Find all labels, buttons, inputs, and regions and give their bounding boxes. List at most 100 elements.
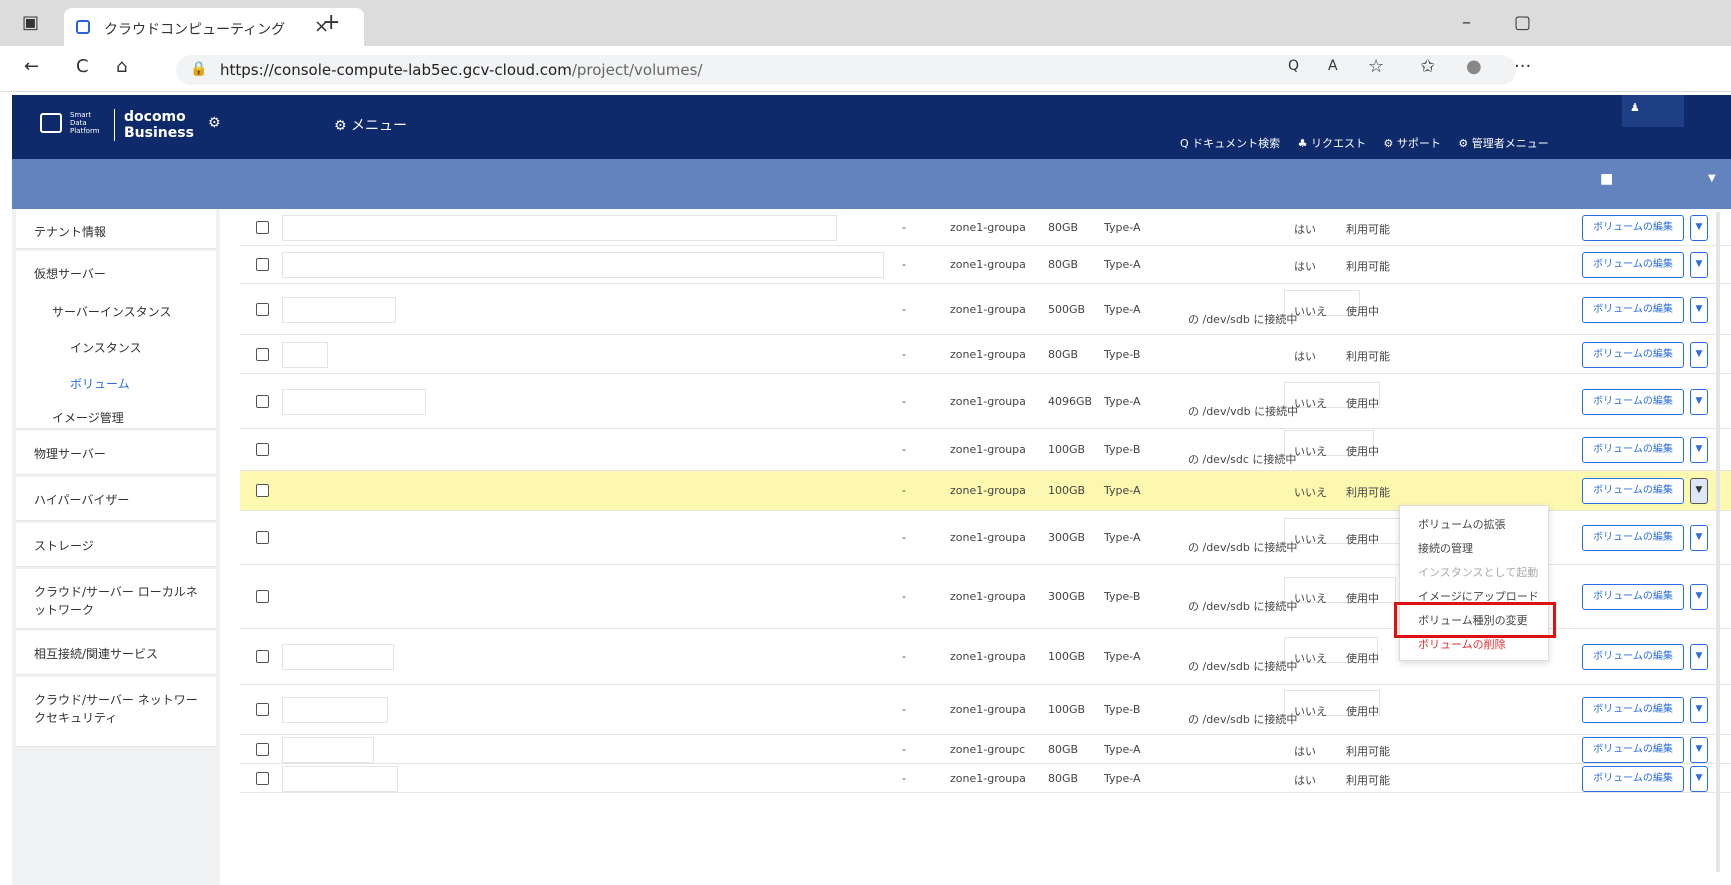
row-checkbox[interactable] xyxy=(256,590,269,603)
maximize-button[interactable]: ▢ xyxy=(1514,12,1531,33)
table-row[interactable]: - zone1-groupa 80GB Type-A はい 利用可能 ボリュームの編集 ▼ xyxy=(240,764,1731,793)
menu-button[interactable]: ⚙ メニュー xyxy=(334,115,407,135)
chevron-down-icon[interactable]: ▼ xyxy=(1690,644,1708,670)
sidebar-item-volume[interactable]: ボリューム xyxy=(16,361,216,397)
row-checkbox[interactable] xyxy=(256,258,269,271)
attachment-cell: の /dev/sdb に接続中 xyxy=(1188,713,1298,726)
bootable-cell: はい xyxy=(1294,350,1316,363)
row-checkbox[interactable] xyxy=(256,743,269,756)
row-checkbox[interactable] xyxy=(256,772,269,785)
sidebar-item-storage[interactable]: ストレージ xyxy=(16,523,216,567)
chevron-down-icon[interactable]: ▼ xyxy=(1690,342,1708,368)
chevron-down-icon[interactable]: ▼ xyxy=(1690,478,1708,504)
edit-volume-button[interactable]: ボリュームの編集 xyxy=(1582,584,1684,610)
chevron-down-icon[interactable]: ▼ xyxy=(1690,215,1708,241)
row-checkbox[interactable] xyxy=(256,531,269,544)
profile-icon[interactable]: ● xyxy=(1466,56,1482,77)
chevron-down-icon[interactable]: ▼ xyxy=(1690,297,1708,323)
volume-name-box[interactable] xyxy=(282,215,837,241)
new-tab-button[interactable]: + xyxy=(322,10,340,35)
chevron-down-icon[interactable]: ▼ xyxy=(1708,173,1716,184)
row-checkbox[interactable] xyxy=(256,221,269,234)
menu-item-delete-volume[interactable]: ボリュームの削除 xyxy=(1418,636,1506,652)
edit-volume-button[interactable]: ボリュームの編集 xyxy=(1582,766,1684,792)
chevron-down-icon[interactable]: ▼ xyxy=(1690,584,1708,610)
table-row[interactable]: - zone1-groupa 80GB Type-B はい 利用可能 ボリュームの編集 ▼ xyxy=(240,335,1731,374)
volume-name-box[interactable] xyxy=(282,342,328,368)
chevron-down-icon[interactable]: ▼ xyxy=(1690,737,1708,763)
back-button[interactable]: ← xyxy=(24,56,39,77)
admin-menu-link[interactable]: ⚙ 管理者メニュー xyxy=(1458,137,1548,150)
zone-cell: zone1-groupa xyxy=(950,443,1026,456)
table-row[interactable]: - zone1-groupa 80GB Type-A はい 利用可能 ボリュームの編集 ▼ xyxy=(240,246,1731,284)
edit-volume-button[interactable]: ボリュームの編集 xyxy=(1582,297,1684,323)
minimize-button[interactable]: – xyxy=(1462,12,1471,33)
favorite-icon[interactable]: ☆ xyxy=(1368,56,1384,77)
browser-tab[interactable]: クラウドコンピューティング × xyxy=(64,8,364,46)
menu-item-launch-as-instance[interactable]: インスタンスとして起動 xyxy=(1418,564,1538,580)
row-checkbox[interactable] xyxy=(256,484,269,497)
edit-volume-button[interactable]: ボリュームの編集 xyxy=(1582,437,1684,463)
row-checkbox[interactable] xyxy=(256,395,269,408)
edit-volume-button[interactable]: ボリュームの編集 xyxy=(1582,737,1684,763)
tab-actions-icon[interactable]: ▣ xyxy=(22,12,39,33)
sidebar-item-network-security[interactable]: クラウド/サーバー ネットワークセキュリティ xyxy=(16,677,216,747)
sidebar-item-hypervisor[interactable]: ハイパーバイザー xyxy=(16,477,216,521)
read-aloud-icon[interactable]: A xyxy=(1328,58,1338,74)
collections-icon[interactable]: ✩ xyxy=(1420,56,1435,77)
edit-volume-button[interactable]: ボリュームの編集 xyxy=(1582,525,1684,551)
edit-volume-button[interactable]: ボリュームの編集 xyxy=(1582,389,1684,415)
project-icon[interactable]: ■ xyxy=(1600,171,1613,187)
sidebar-item-instance[interactable]: インスタンス xyxy=(16,325,216,361)
menu-item-extend-volume[interactable]: ボリュームの拡張 xyxy=(1418,516,1506,532)
sidebar-item-local-network[interactable]: クラウド/サーバー ローカルネットワーク xyxy=(16,569,216,629)
table-row[interactable]: - zone1-groupa 4096GB Type-A の /dev/vdb に接続中… xyxy=(240,374,1731,429)
sidebar-item-interconnect[interactable]: 相互接続/関連サービス xyxy=(16,631,216,675)
edit-volume-button[interactable]: ボリュームの編集 xyxy=(1582,644,1684,670)
doc-search-link[interactable]: Q ドキュメント検索 xyxy=(1180,137,1280,150)
menu-item-manage-attachments[interactable]: 接続の管理 xyxy=(1418,540,1473,556)
chevron-down-icon[interactable]: ▼ xyxy=(1690,252,1708,278)
edit-volume-button[interactable]: ボリュームの編集 xyxy=(1582,697,1684,723)
table-row[interactable]: - zone1-groupa 500GB Type-A の /dev/sdb に接続中い… xyxy=(240,284,1731,335)
table-row[interactable]: - zone1-groupa 100GB Type-B の /dev/sdc に接続中い… xyxy=(240,429,1731,471)
support-link[interactable]: ⚙ サポート xyxy=(1384,137,1441,150)
table-row[interactable]: - zone1-groupc 80GB Type-A はい 利用可能 ボリュームの編集 ▼ xyxy=(240,735,1731,764)
edit-volume-button[interactable]: ボリュームの編集 xyxy=(1582,478,1684,504)
volume-name-box[interactable] xyxy=(282,252,884,278)
row-checkbox[interactable] xyxy=(256,703,269,716)
chevron-down-icon[interactable]: ▼ xyxy=(1690,766,1708,792)
user-menu[interactable]: ♟ xyxy=(1622,95,1684,127)
row-checkbox[interactable] xyxy=(256,303,269,316)
row-checkbox[interactable] xyxy=(256,348,269,361)
chevron-down-icon[interactable]: ▼ xyxy=(1690,697,1708,723)
edit-volume-button[interactable]: ボリュームの編集 xyxy=(1582,252,1684,278)
row-checkbox[interactable] xyxy=(256,650,269,663)
sidebar-item-physical-server[interactable]: 物理サーバー xyxy=(16,431,216,475)
table-row[interactable]: - zone1-groupa 100GB Type-B の /dev/sdb に接続中い… xyxy=(240,685,1731,735)
volume-name-box[interactable] xyxy=(282,697,388,723)
sidebar-item-server-instance[interactable]: サーバーインスタンス xyxy=(16,289,216,329)
more-icon[interactable]: ··· xyxy=(1514,56,1531,77)
chevron-down-icon[interactable]: ▼ xyxy=(1690,389,1708,415)
sidebar-item-image[interactable]: イメージ管理 xyxy=(16,395,216,429)
volume-name-box[interactable] xyxy=(282,766,398,792)
volume-name-box[interactable] xyxy=(282,737,374,763)
edit-volume-button[interactable]: ボリュームの編集 xyxy=(1582,342,1684,368)
url-input[interactable]: 🔒 https://console-compute-lab5ec.gcv-clo… xyxy=(176,55,1516,85)
edit-volume-button[interactable]: ボリュームの編集 xyxy=(1582,215,1684,241)
scrollbar[interactable] xyxy=(1716,212,1720,872)
request-link[interactable]: ♣ リクエスト xyxy=(1298,137,1366,150)
chevron-down-icon[interactable]: ▼ xyxy=(1690,437,1708,463)
gear-icon[interactable]: ⚙ xyxy=(208,115,221,131)
sidebar-item-tenant[interactable]: テナント情報 xyxy=(16,209,216,249)
table-row[interactable]: - zone1-groupa 80GB Type-A はい 利用可能 ボリュームの編集 ▼ xyxy=(240,209,1731,246)
home-button[interactable]: ⌂ xyxy=(116,56,127,77)
chevron-down-icon[interactable]: ▼ xyxy=(1690,525,1708,551)
volume-name-box[interactable] xyxy=(282,389,426,415)
row-checkbox[interactable] xyxy=(256,443,269,456)
reload-button[interactable]: C xyxy=(76,56,89,77)
zoom-icon[interactable]: Q xyxy=(1288,58,1299,74)
volume-name-box[interactable] xyxy=(282,644,394,670)
volume-name-box[interactable] xyxy=(282,297,396,323)
